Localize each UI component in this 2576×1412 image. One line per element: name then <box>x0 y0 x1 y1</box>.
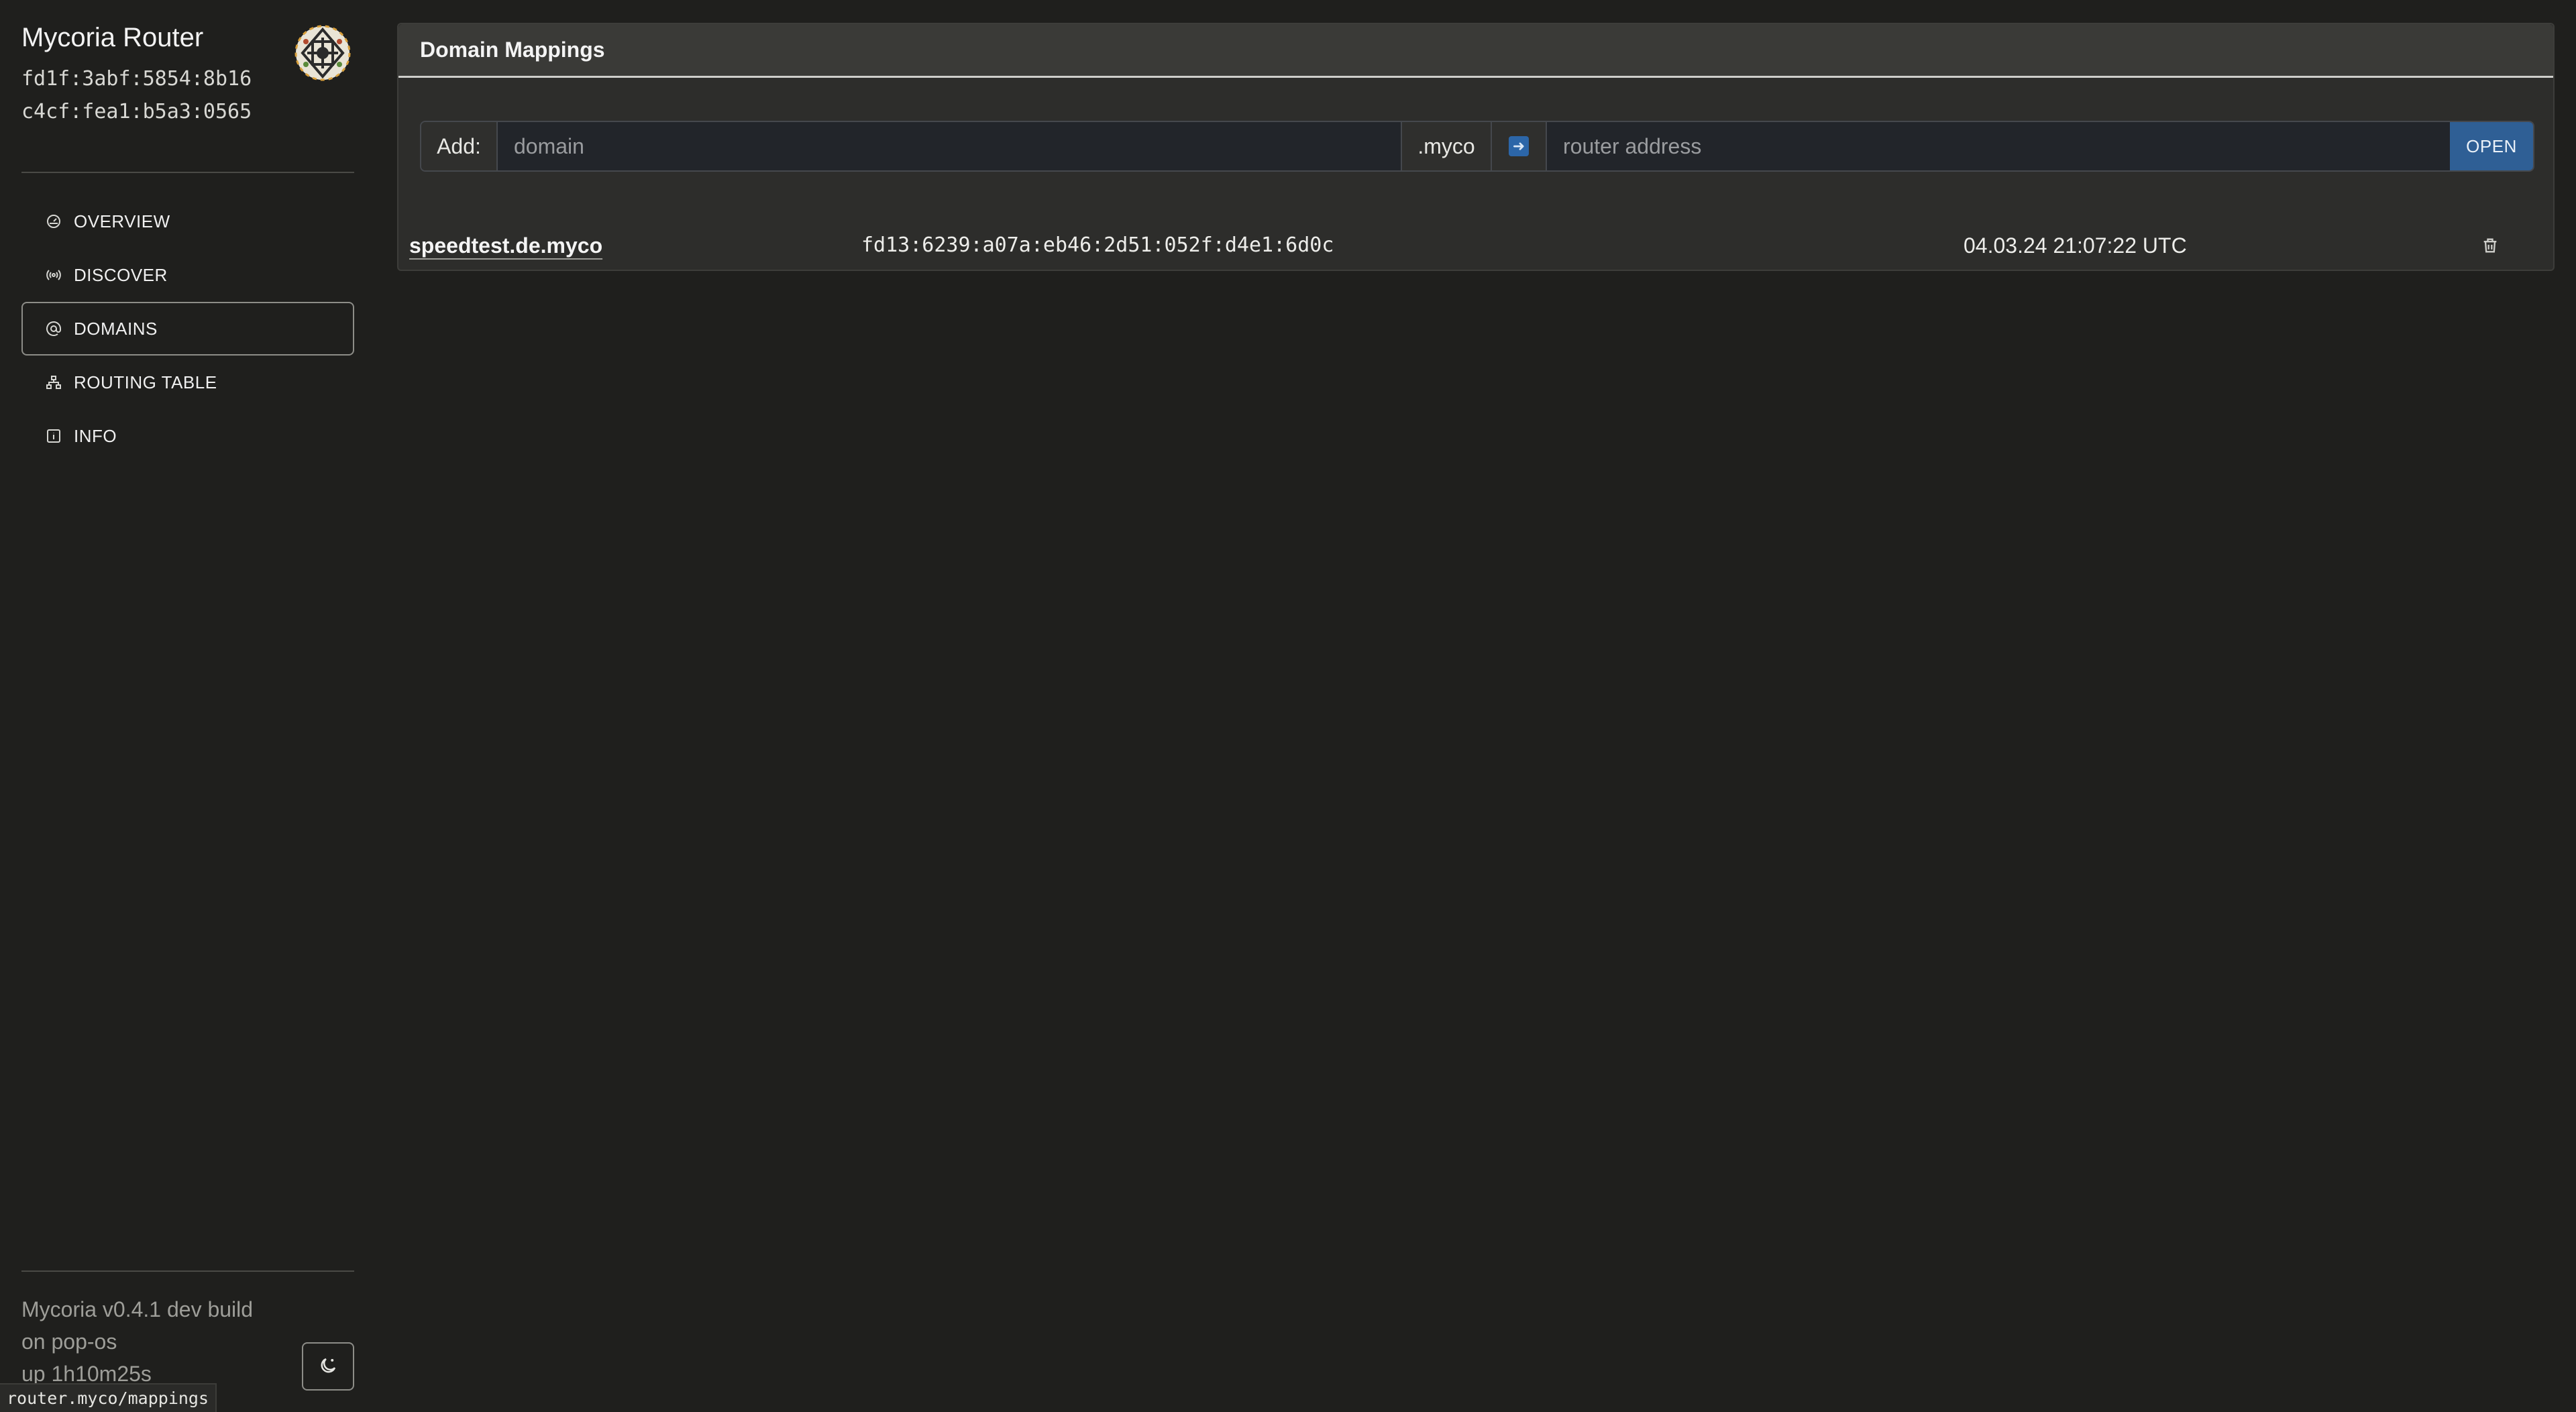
sidebar-item-label: ROUTING TABLE <box>74 372 217 392</box>
mycoria-logo <box>292 23 353 83</box>
domain-mappings-panel: Domain Mappings Add: .myco ➜ OPEN speedt… <box>397 23 2555 271</box>
app-title: Mycoria Router <box>21 23 204 52</box>
add-mapping-form: Add: .myco ➜ OPEN <box>420 121 2534 172</box>
sidebar-item-label: DOMAINS <box>74 318 158 339</box>
sidebar-item-overview[interactable]: OVERVIEW <box>21 195 354 248</box>
mapping-timestamp: 04.03.24 21:07:22 UTC <box>1964 233 2187 258</box>
moon-icon <box>318 1356 338 1378</box>
panel-title: Domain Mappings <box>398 24 2553 78</box>
broadcast-icon <box>44 266 63 284</box>
theme-toggle-button[interactable] <box>302 1342 354 1391</box>
host-text: on pop-os <box>21 1329 117 1354</box>
sidebar-item-info[interactable]: INFO <box>21 409 354 463</box>
arrow-right-icon: ➜ <box>1509 136 1529 156</box>
sidebar: Mycoria Router fd1f:3abf:5854:8b16 c4cf:… <box>0 0 376 1412</box>
browser-status-url: router.myco/mappings <box>0 1383 217 1412</box>
table-row: speedtest.de.myco fd13:6239:a07a:eb46:2d… <box>398 219 2553 271</box>
sidebar-item-label: DISCOVER <box>74 264 168 285</box>
router-address-line-2: c4cf:fea1:b5a3:0565 <box>21 100 252 123</box>
domain-suffix: .myco <box>1401 122 1492 170</box>
build-info: Mycoria v0.4.1 dev build on pop-os up 1h… <box>21 1293 253 1390</box>
mapping-domain-link[interactable]: speedtest.de.myco <box>409 233 602 258</box>
sidebar-divider-top <box>21 172 354 173</box>
open-button[interactable]: OPEN <box>2450 122 2533 170</box>
sidebar-divider-bottom <box>21 1270 354 1272</box>
add-label: Add: <box>421 122 498 170</box>
sidebar-item-label: INFO <box>74 425 117 446</box>
dashboard-icon <box>44 212 63 231</box>
info-icon <box>44 427 63 445</box>
router-address-input[interactable] <box>1547 122 2450 170</box>
mapping-arrow: ➜ <box>1492 122 1547 170</box>
router-address-line-1: fd1f:3abf:5854:8b16 <box>21 67 252 91</box>
at-icon <box>44 319 63 338</box>
trash-icon[interactable] <box>2477 232 2504 259</box>
sidebar-item-domains[interactable]: DOMAINS <box>21 302 354 356</box>
sidebar-item-discover[interactable]: DISCOVER <box>21 248 354 302</box>
sidebar-item-label: OVERVIEW <box>74 211 170 231</box>
version-text: Mycoria v0.4.1 dev build <box>21 1297 254 1321</box>
domain-input[interactable] <box>498 122 1401 170</box>
mapping-router-address: fd13:6239:a07a:eb46:2d51:052f:d4e1:6d0c <box>861 233 1334 257</box>
sitemap-icon <box>44 373 63 392</box>
sidebar-nav: OVERVIEW DISCOVER DOMAINS ROUTING TABLE … <box>21 195 354 463</box>
sidebar-item-routing-table[interactable]: ROUTING TABLE <box>21 356 354 409</box>
